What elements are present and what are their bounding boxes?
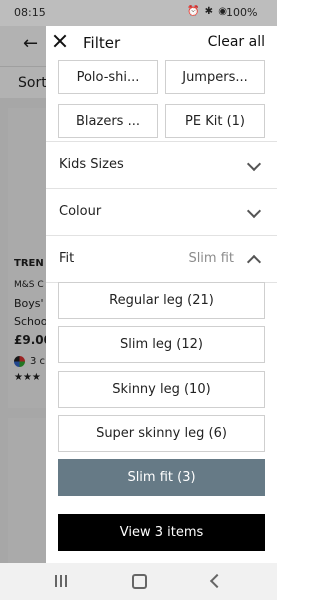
status-bar: 08:15 ⏰ ✱ ◉ 100%: [0, 0, 277, 26]
fit-option-slim-leg[interactable]: Slim leg (12): [58, 326, 265, 363]
section-label: Kids Sizes: [59, 157, 124, 172]
section-fit[interactable]: Fit Slim fit: [46, 235, 277, 283]
system-nav-bar: [0, 563, 277, 600]
chip-blazers[interactable]: Blazers ...: [58, 104, 158, 138]
view-items-button[interactable]: View 3 items: [58, 514, 265, 551]
section-colour[interactable]: Colour: [46, 188, 277, 235]
fit-option-super-skinny-leg[interactable]: Super skinny leg (6): [58, 415, 265, 452]
clear-all-button[interactable]: Clear all: [208, 34, 265, 50]
status-icons: ⏰ ✱ ◉: [187, 6, 228, 17]
section-kids-sizes[interactable]: Kids Sizes: [46, 141, 277, 188]
filter-header: Filter Clear all: [46, 26, 277, 60]
section-label: Fit: [59, 251, 75, 266]
fit-option-slim-fit[interactable]: Slim fit (3): [58, 459, 265, 496]
fit-option-regular-leg[interactable]: Regular leg (21): [58, 282, 265, 319]
filter-drawer: Filter Clear all Polo-shi... Jumpers... …: [46, 26, 277, 563]
close-icon[interactable]: [52, 33, 68, 49]
battery-level: 100%: [226, 6, 258, 19]
filter-footer: View 3 items: [46, 498, 277, 563]
filter-title: Filter: [83, 34, 121, 52]
chip-polo-shirts[interactable]: Polo-shi...: [58, 60, 158, 94]
back-icon[interactable]: [209, 573, 225, 589]
status-time: 08:15: [14, 6, 46, 19]
chevron-up-icon: [246, 254, 262, 270]
recents-icon[interactable]: [55, 575, 67, 587]
fit-option-skinny-leg[interactable]: Skinny leg (10): [58, 371, 265, 408]
chevron-down-icon: [246, 156, 262, 172]
chevron-down-icon: [246, 203, 262, 219]
home-icon[interactable]: [132, 574, 147, 589]
chip-jumpers[interactable]: Jumpers...: [165, 60, 265, 94]
section-selected-value: Slim fit: [188, 251, 234, 266]
section-label: Colour: [59, 204, 102, 219]
chip-pe-kit[interactable]: PE Kit (1): [165, 104, 265, 138]
